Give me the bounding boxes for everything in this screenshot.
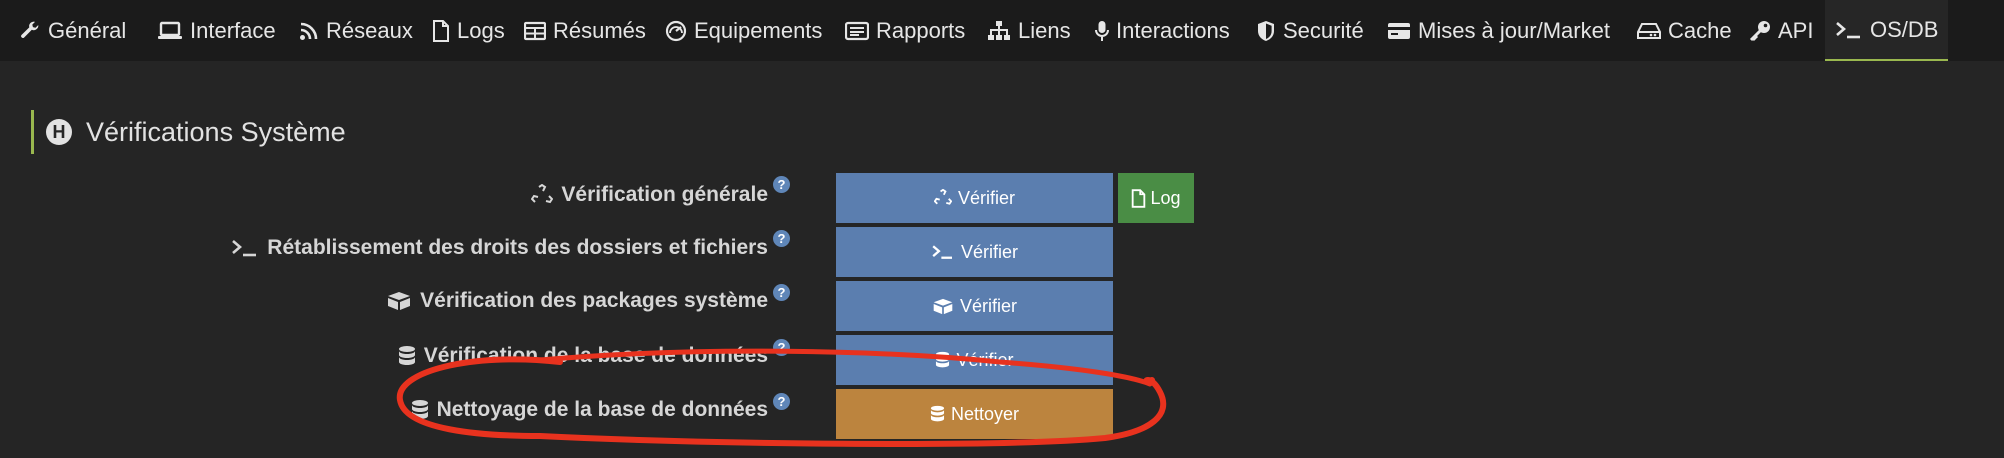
log-button[interactable]: Log <box>1118 173 1194 223</box>
row-label-nettoyage-bdd: Nettoyage de la base de données <box>411 395 768 425</box>
verifier-button[interactable]: Vérifier <box>836 227 1113 277</box>
rss-icon <box>299 21 319 41</box>
tab-label: Equipements <box>694 17 823 43</box>
file-icon <box>1131 188 1146 208</box>
boxes-icon <box>386 291 412 311</box>
tab-label: OS/DB <box>1870 16 1939 42</box>
database-icon <box>930 405 945 423</box>
verifier-button[interactable]: Vérifier <box>836 335 1113 385</box>
row-label-text: Vérification de la base de données <box>423 344 768 367</box>
key-icon <box>1749 20 1771 42</box>
hospital-circle-icon: H <box>46 119 72 145</box>
boxes-icon <box>932 298 954 315</box>
tab-label: Liens <box>1018 17 1071 43</box>
tab-interface[interactable]: Interface <box>157 0 276 61</box>
tab-os-db[interactable]: OS/DB <box>1825 0 1949 61</box>
row-label-verification-bdd: Vérification de la base de données <box>398 341 768 371</box>
row-label-verification-packages: Vérification des packages système <box>386 286 768 316</box>
tab-label: Mises à jour/Market <box>1418 17 1610 43</box>
table-icon <box>524 21 546 41</box>
tab-mises-a-jour[interactable]: Mises à jour/Market <box>1387 0 1610 61</box>
terminal-icon <box>1835 19 1863 41</box>
tab-label: Résumés <box>553 17 646 43</box>
credit-card-icon <box>1387 21 1411 41</box>
tab-general[interactable]: Général <box>19 0 126 61</box>
tab-logs[interactable]: Logs <box>432 0 505 61</box>
row-label-text: Nettoyage de la base de données <box>436 398 768 421</box>
newspaper-icon <box>845 21 869 41</box>
tab-cache[interactable]: Cache <box>1637 0 1732 61</box>
tab-label: Rapports <box>876 17 966 43</box>
tab-reseaux[interactable]: Réseaux <box>299 0 413 61</box>
tab-label: Securité <box>1283 17 1364 43</box>
terminal-icon <box>231 237 259 259</box>
button-label: Vérifier <box>960 241 1018 262</box>
file-icon <box>432 19 450 42</box>
tab-label: Réseaux <box>326 17 413 43</box>
help-icon[interactable]: ? <box>773 230 790 247</box>
section-title: Vérifications Système <box>86 116 346 147</box>
tab-label: Interface <box>190 17 276 43</box>
help-icon[interactable]: ? <box>773 393 790 410</box>
button-label: Nettoyer <box>950 403 1020 424</box>
section-header: H Vérifications Système <box>31 110 346 154</box>
tab-label: Cache <box>1668 17 1732 43</box>
settings-tab-bar: Général Interface Réseaux Logs Résumés E… <box>0 0 2004 61</box>
button-label: Vérifier <box>959 295 1017 316</box>
shield-icon <box>1256 20 1276 42</box>
row-label-text: Vérification des packages système <box>420 289 768 312</box>
tab-resumes[interactable]: Résumés <box>524 0 646 61</box>
verifier-button[interactable]: Vérifier <box>836 173 1113 223</box>
row-label-text: Rétablissement des droits des dossiers e… <box>267 236 768 259</box>
hdd-icon <box>1637 22 1661 40</box>
terminal-icon <box>931 243 955 261</box>
help-icon[interactable]: ? <box>773 339 790 356</box>
recycle-icon <box>933 189 952 207</box>
tab-label: API <box>1778 17 1814 43</box>
tab-liens[interactable]: Liens <box>987 0 1071 61</box>
nettoyer-button[interactable]: Nettoyer <box>836 389 1113 439</box>
verifier-button[interactable]: Vérifier <box>836 281 1113 331</box>
tab-label: Interactions <box>1116 17 1230 43</box>
row-label-retablissement-droits: Rétablissement des droits des dossiers e… <box>231 233 768 263</box>
laptop-icon <box>157 20 183 42</box>
tab-equipements[interactable]: Equipements <box>665 0 822 61</box>
button-label: Vérifier <box>957 187 1015 208</box>
tab-rapports[interactable]: Rapports <box>845 0 965 61</box>
database-icon <box>935 351 950 369</box>
gauge-icon <box>665 20 687 42</box>
database-icon <box>411 399 429 421</box>
row-label-verification-generale: Vérification générale <box>531 180 768 210</box>
tab-interactions[interactable]: Interactions <box>1095 0 1230 61</box>
tab-securite[interactable]: Securité <box>1256 0 1364 61</box>
help-icon[interactable]: ? <box>773 176 790 193</box>
help-icon[interactable]: ? <box>773 284 790 301</box>
button-label: Vérifier <box>956 349 1014 370</box>
tab-api[interactable]: API <box>1749 0 1813 61</box>
wrench-icon <box>19 20 41 42</box>
database-icon <box>398 345 416 367</box>
row-label-text: Vérification générale <box>561 183 768 206</box>
recycle-icon <box>531 184 554 206</box>
tab-label: Logs <box>457 17 505 43</box>
sitemap-icon <box>987 20 1011 42</box>
microphone-icon <box>1095 20 1109 42</box>
tab-label: Général <box>48 17 127 43</box>
button-label: Log <box>1150 187 1181 208</box>
